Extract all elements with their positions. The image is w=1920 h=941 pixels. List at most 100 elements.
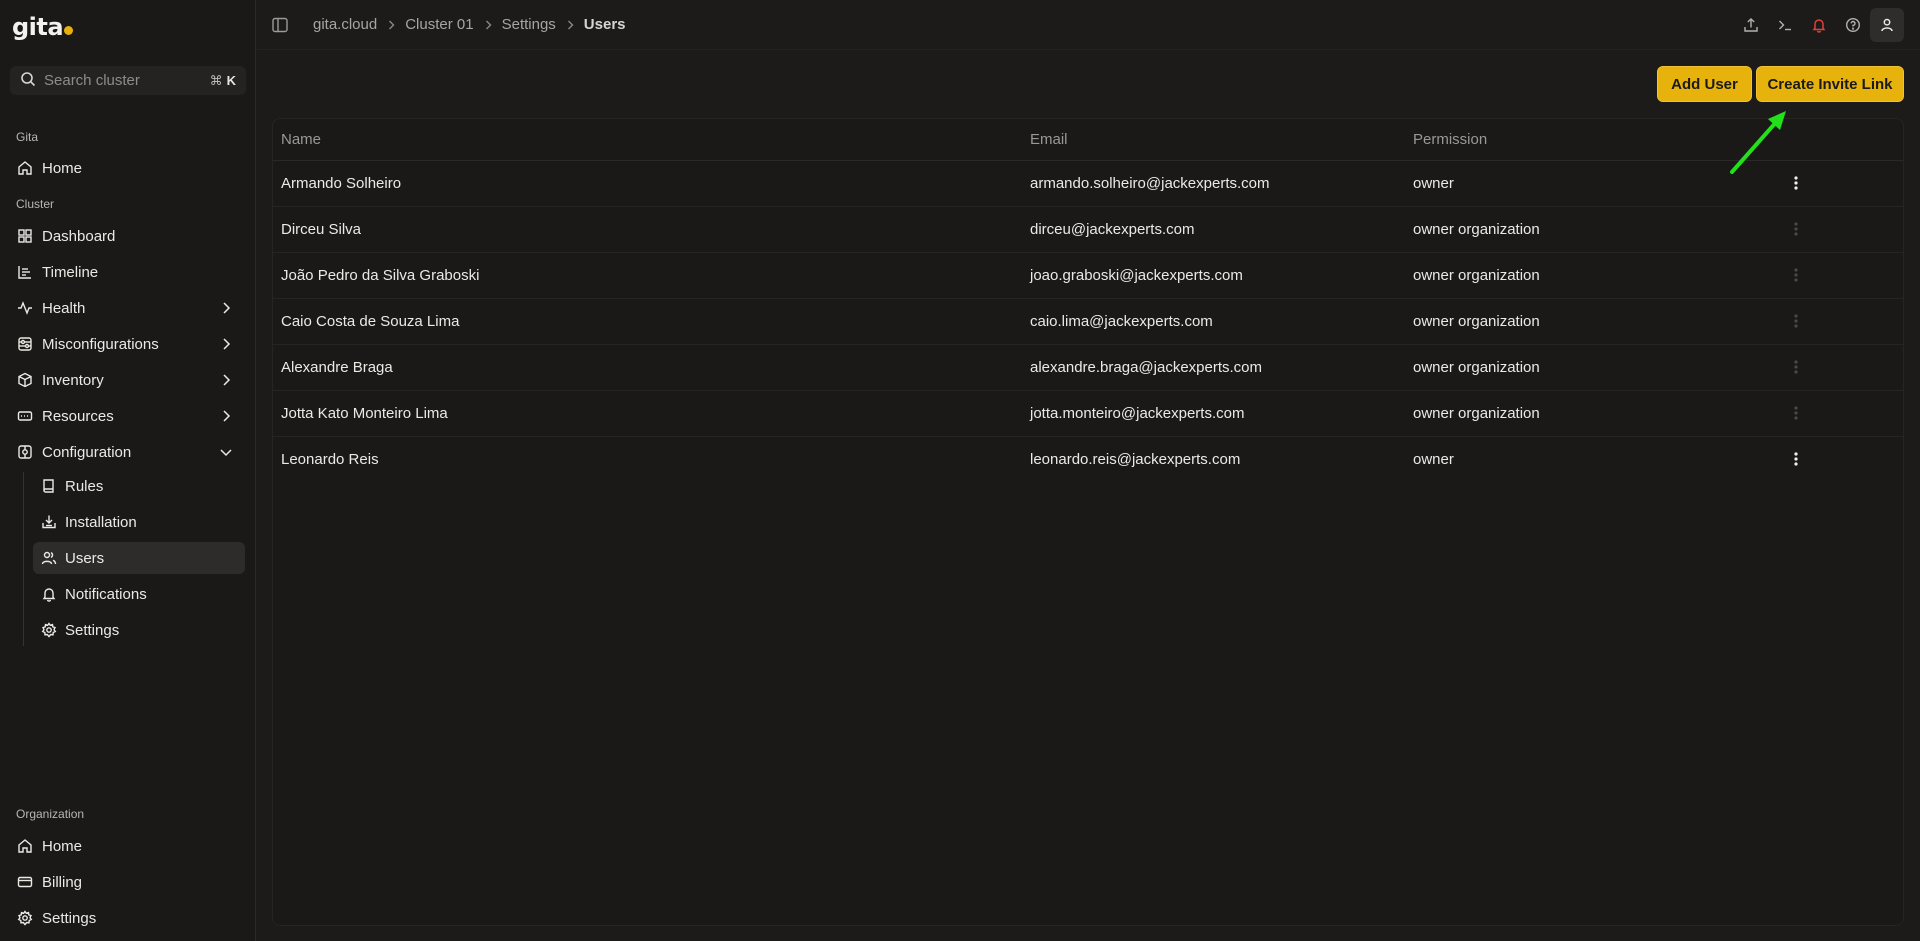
row-actions-menu-icon	[1786, 265, 1806, 285]
credit-card-icon	[17, 874, 33, 890]
breadcrumb-item[interactable]: Settings	[502, 16, 556, 33]
activity-icon	[17, 300, 33, 316]
bell-icon	[41, 586, 57, 602]
column-header-email: Email	[1030, 131, 1068, 148]
top-header: gita.cloud Cluster 01 Settings Users	[257, 0, 1920, 50]
annotation-arrow-icon	[1730, 111, 1786, 174]
search-placeholder: Search cluster	[44, 72, 140, 89]
cell-permission: owner organization	[1413, 313, 1540, 330]
group-label-gita: Gita	[16, 130, 39, 144]
chevron-right-icon	[223, 374, 231, 386]
breadcrumb-item[interactable]: gita.cloud	[313, 16, 377, 33]
resources-icon	[17, 408, 33, 424]
gita-logo[interactable]: gita	[12, 12, 74, 42]
chevron-right-icon	[482, 19, 494, 31]
create-invite-link-button[interactable]: Create Invite Link	[1756, 66, 1904, 102]
chevron-right-icon	[385, 19, 397, 31]
timeline-icon	[17, 264, 33, 280]
row-actions-menu-icon	[1786, 357, 1806, 377]
row-actions-menu-icon	[1786, 311, 1806, 331]
row-actions-menu-icon[interactable]	[1786, 449, 1806, 469]
sidebar-toggle-icon[interactable]	[271, 16, 289, 34]
misconfig-icon	[17, 336, 33, 352]
configuration-icon	[17, 444, 33, 460]
terminal-icon[interactable]	[1768, 8, 1802, 42]
sidebar-item-settings[interactable]: Settings	[33, 614, 245, 646]
book-icon	[41, 478, 57, 494]
box-icon	[17, 372, 33, 388]
row-actions-menu-icon[interactable]	[1786, 173, 1806, 193]
table-row[interactable]: Caio Costa de Souza Lima caio.lima@jackex…	[273, 299, 1903, 345]
chevron-right-icon	[564, 19, 576, 31]
table-row[interactable]: Armando Solheiro armando.solheiro@jackexp…	[273, 161, 1903, 207]
sidebar-item-dashboard[interactable]: Dashboard	[10, 220, 244, 252]
user-avatar-icon[interactable]	[1870, 8, 1904, 42]
header-actions	[1734, 8, 1904, 42]
search-icon	[20, 71, 44, 91]
org-item-billing[interactable]: Billing	[10, 866, 244, 898]
cell-name: Dirceu Silva	[281, 221, 362, 238]
search-input[interactable]: Search cluster ⌘ K	[10, 66, 246, 95]
gear-icon	[17, 910, 33, 926]
cell-email: joao.graboski@jackexperts.com	[1030, 267, 1243, 284]
help-icon[interactable]	[1836, 8, 1870, 42]
cell-permission: owner organization	[1413, 267, 1540, 284]
sidebar: gita Search cluster ⌘ K Gita Home Cluster…	[0, 0, 256, 941]
sidebar-item-resources[interactable]: Resources	[10, 400, 244, 432]
cell-name: João Pedro da Silva Graboski	[281, 267, 480, 284]
column-header-permission: Permission	[1413, 131, 1488, 148]
cell-name: Alexandre Braga	[281, 359, 393, 376]
table-row[interactable]: Leonardo Reis leonardo.reis@jackexperts.c…	[273, 437, 1903, 483]
sidebar-item-configuration[interactable]: Configuration	[10, 436, 244, 468]
home-icon	[17, 160, 33, 176]
breadcrumb-item[interactable]: Cluster 01	[405, 16, 473, 33]
sidebar-item-timeline[interactable]: Timeline	[10, 256, 244, 288]
row-actions-menu-icon	[1786, 219, 1806, 239]
sidebar-item-users[interactable]: Users	[33, 542, 245, 574]
chevron-right-icon	[223, 410, 231, 422]
cell-name: Armando Solheiro	[281, 175, 402, 192]
sidebar-item-misconfigurations[interactable]: Misconfigurations	[10, 328, 244, 360]
cell-permission: owner organization	[1413, 221, 1540, 238]
group-label-organization: Organization	[16, 807, 85, 821]
gear-icon	[41, 622, 57, 638]
chevron-right-icon	[223, 302, 231, 314]
home-icon	[17, 838, 33, 854]
cell-name: Jotta Kato Monteiro Lima	[281, 405, 448, 422]
cell-email: caio.lima@jackexperts.com	[1030, 313, 1213, 330]
cell-email: alexandre.braga@jackexperts.com	[1030, 359, 1263, 376]
breadcrumb-current: Users	[583, 16, 626, 33]
sidebar-item-notifications[interactable]: Notifications	[33, 578, 245, 610]
sidebar-item-home[interactable]: Home	[10, 152, 244, 184]
cell-email: dirceu@jackexperts.com	[1030, 221, 1195, 238]
table-row[interactable]: Alexandre Braga alexandre.braga@jackexper…	[273, 345, 1903, 391]
cell-email: armando.solheiro@jackexperts.com	[1030, 175, 1270, 192]
cell-name: Leonardo Reis	[281, 451, 379, 468]
breadcrumb: gita.cloud Cluster 01 Settings Users	[313, 16, 626, 33]
cell-email: leonardo.reis@jackexperts.com	[1030, 451, 1241, 468]
sidebar-item-inventory[interactable]: Inventory	[10, 364, 244, 396]
cell-permission: owner	[1413, 451, 1454, 468]
table-row[interactable]: Jotta Kato Monteiro Lima jotta.monteiro@j…	[273, 391, 1903, 437]
users-table: Name Email Permission Armando Solheiro ar…	[272, 118, 1904, 926]
cell-permission: owner	[1413, 175, 1454, 192]
sidebar-item-installation[interactable]: Installation	[33, 506, 245, 538]
cell-name: Caio Costa de Souza Lima	[281, 313, 460, 330]
table-row[interactable]: Dirceu Silva dirceu@jackexperts.com owner …	[273, 207, 1903, 253]
submenu-guide-line	[23, 472, 24, 646]
upload-icon[interactable]	[1734, 8, 1768, 42]
sidebar-item-rules[interactable]: Rules	[33, 470, 245, 502]
org-item-home[interactable]: Home	[10, 830, 244, 862]
sidebar-item-health[interactable]: Health	[10, 292, 244, 324]
cell-email: jotta.monteiro@jackexperts.com	[1030, 405, 1245, 422]
org-item-settings[interactable]: Settings	[10, 902, 244, 934]
dashboard-icon	[17, 228, 33, 244]
users-icon	[41, 550, 57, 566]
table-row[interactable]: João Pedro da Silva Graboski joao.grabosk…	[273, 253, 1903, 299]
cell-permission: owner organization	[1413, 405, 1540, 422]
cell-permission: owner organization	[1413, 359, 1540, 376]
notification-bell-icon[interactable]	[1802, 8, 1836, 42]
chevron-down-icon	[220, 449, 232, 457]
group-label-cluster: Cluster	[16, 197, 55, 211]
add-user-button[interactable]: Add User	[1657, 66, 1752, 102]
